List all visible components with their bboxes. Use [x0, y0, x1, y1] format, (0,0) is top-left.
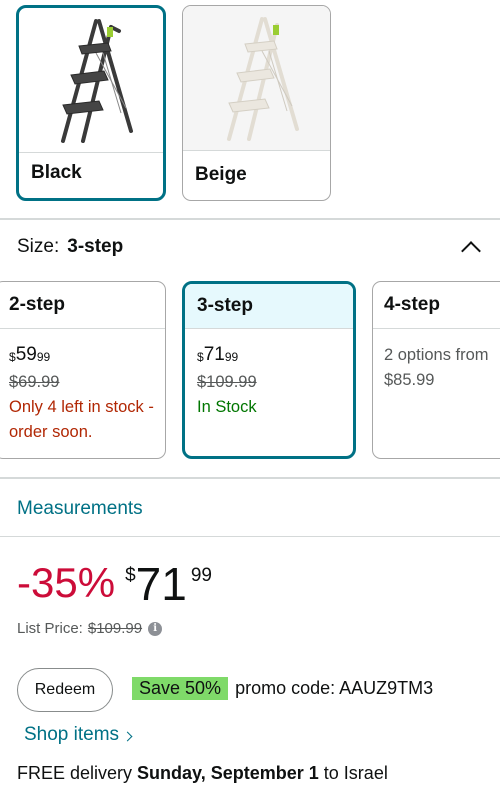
selected-size: 3-step [67, 236, 124, 257]
promo-code-text: promo code: AAUZ9TM3 [235, 678, 434, 698]
size-option-label: 4-step [373, 282, 500, 329]
size-selector-header[interactable]: Size: 3-step [17, 236, 481, 261]
divider [0, 536, 500, 537]
size-option-price: $71 99 [197, 344, 239, 365]
size-option-price: $59 99 [9, 344, 51, 365]
promo-badge: Save 50% [132, 677, 229, 700]
size-option-from-price: $85.99 [384, 371, 435, 389]
step-ladder-beige-image [183, 6, 330, 151]
chevron-right-icon [122, 731, 133, 742]
size-option-list-price: $109.99 [197, 373, 257, 391]
color-option-label: Black [31, 162, 82, 183]
divider [0, 477, 500, 479]
color-options: Black Beige [16, 5, 331, 201]
delivery-info: FREE delivery Sunday, September 1 to Isr… [17, 763, 388, 784]
color-option-label: Beige [195, 164, 247, 185]
list-price-value: $109.99 [87, 620, 143, 637]
deal-price: -35% $ 71 99 [17, 558, 212, 610]
shop-items-link[interactable]: Shop items [24, 724, 133, 746]
measurements-link[interactable]: Measurements [17, 498, 143, 520]
price-whole: 71 [135, 558, 187, 610]
size-option-list-price: $69.99 [9, 373, 60, 391]
size-selector-label: Size: 3-step [17, 236, 124, 257]
delivery-suffix: to Israel [323, 763, 388, 783]
size-option-label: 3-step [185, 284, 353, 329]
redeem-button[interactable]: Redeem [17, 668, 113, 712]
size-option-2-step[interactable]: 2-step $59 99 $69.99 Only 4 left in stock… [0, 281, 166, 459]
list-price: List Price: $109.99 i [17, 620, 163, 637]
size-option-options-text: 2 options from [384, 346, 489, 364]
size-option-label: 2-step [0, 282, 165, 329]
stock-status: In Stock [197, 398, 257, 416]
divider [0, 218, 500, 220]
color-option-black[interactable]: Black [16, 5, 166, 201]
color-option-beige[interactable]: Beige [182, 5, 331, 201]
price-currency: $ [125, 565, 136, 586]
size-option-4-step[interactable]: 4-step 2 options from $85.99 [372, 281, 500, 459]
info-icon[interactable]: i [148, 621, 163, 636]
promo-code: Save 50% promo code: AAUZ9TM3 [132, 677, 433, 700]
delivery-prefix: FREE delivery [17, 763, 133, 783]
delivery-date: Sunday, September 1 [137, 763, 319, 783]
list-price-label: List Price: [17, 620, 83, 637]
price-fraction: 99 [190, 565, 212, 586]
discount-percent: -35% [17, 559, 116, 606]
stock-status: Only 4 left in stock - order soon. [9, 398, 154, 441]
step-ladder-black-image [19, 8, 163, 153]
chevron-up-icon[interactable] [461, 241, 481, 261]
shop-items-label: Shop items [24, 724, 120, 745]
size-option-3-step[interactable]: 3-step $71 99 $109.99 In Stock [182, 281, 356, 459]
